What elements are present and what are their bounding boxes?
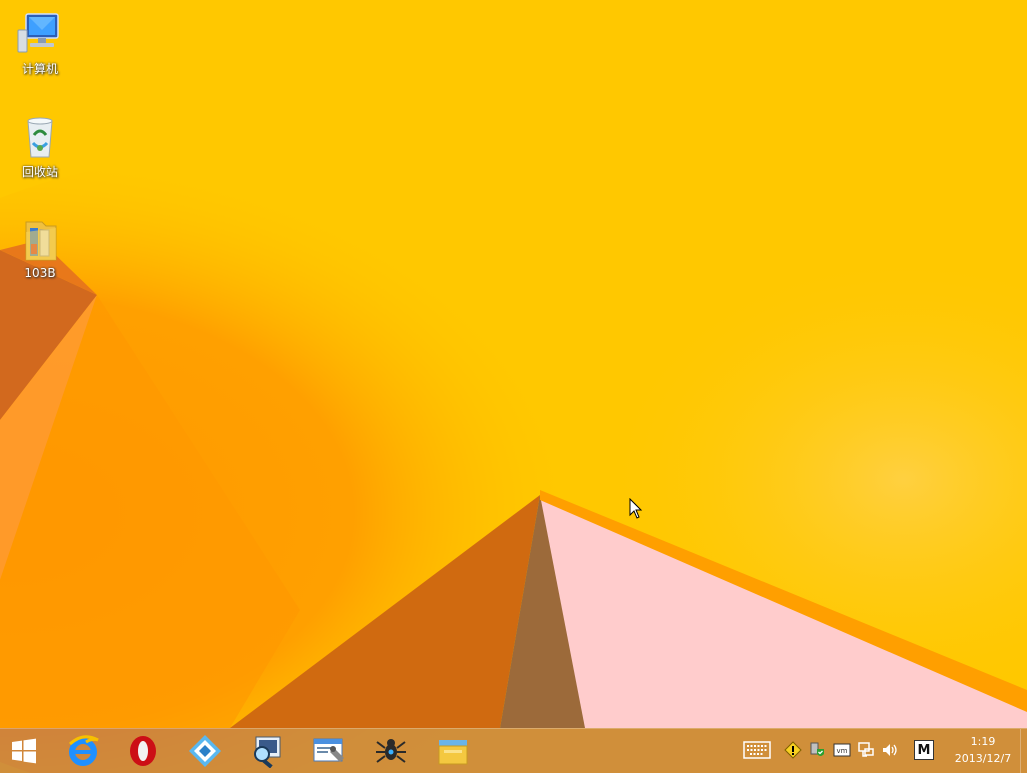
- ime-indicator[interactable]: M: [912, 740, 936, 760]
- tray-volume-button[interactable]: [880, 740, 900, 760]
- desktop-icon-label: 103B: [24, 266, 56, 280]
- internet-explorer-icon: [68, 735, 99, 766]
- file-explorer-icon: [438, 740, 468, 765]
- volume-icon: [883, 744, 897, 756]
- ime-badge: M: [914, 740, 934, 760]
- bug-spider-icon: [376, 739, 406, 763]
- recycle-bin-icon: [16, 115, 64, 159]
- warning-shield-icon: [784, 741, 802, 759]
- mouse-cursor-icon: [629, 497, 643, 524]
- desktop[interactable]: 计算机 回收站 103B vm M 1:19 2013/12/7: [0, 0, 1027, 773]
- desktop-icon-folder-103b[interactable]: 103B: [8, 218, 72, 280]
- touch-keyboard-button[interactable]: [742, 740, 772, 760]
- wallpaper: [0, 0, 1027, 773]
- diamond-app-icon: [189, 735, 221, 767]
- tray-vmware-button[interactable]: vm: [832, 740, 852, 760]
- taskbar-diamond-app-button[interactable]: [176, 731, 234, 771]
- taskbar-window-tools-button[interactable]: [300, 731, 358, 771]
- screen-magnifier-icon: [254, 736, 281, 768]
- clock-date: 2013/12/7: [954, 752, 1012, 765]
- tray-network-button[interactable]: [856, 740, 876, 760]
- folder-icon: [16, 218, 64, 262]
- touch-keyboard-icon: [743, 741, 771, 759]
- desktop-icon-label: 回收站: [21, 165, 58, 179]
- desktop-icon-computer[interactable]: 计算机: [8, 12, 72, 77]
- taskbar-file-explorer-button[interactable]: [424, 731, 482, 771]
- taskbar-bug-tool-button[interactable]: [362, 731, 420, 771]
- taskbar-opera-button[interactable]: [114, 731, 172, 771]
- network-icon: [858, 742, 874, 757]
- ime-label: M: [917, 742, 931, 758]
- opera-icon: [130, 736, 156, 766]
- tray-security-button[interactable]: [807, 740, 827, 760]
- clock-time: 1:19: [970, 735, 996, 748]
- tray-warning-button[interactable]: [783, 740, 803, 760]
- security-shield-icon: [810, 742, 824, 756]
- window-tools-icon: [313, 738, 344, 762]
- taskbar-clock[interactable]: 1:19 2013/12/7: [945, 733, 1021, 767]
- windows-logo-icon: [12, 738, 36, 764]
- start-button[interactable]: [0, 731, 48, 771]
- taskbar-ie-button[interactable]: [54, 731, 112, 771]
- taskbar-magnifier-button[interactable]: [238, 731, 296, 771]
- desktop-icon-recycle-bin[interactable]: 回收站: [8, 115, 72, 180]
- taskbar: vm M 1:19 2013/12/7: [0, 728, 1027, 773]
- svg-text:vm: vm: [837, 747, 848, 755]
- show-desktop-button[interactable]: [1020, 729, 1027, 773]
- computer-icon: [16, 12, 64, 56]
- vmware-icon: vm: [833, 743, 851, 757]
- desktop-icon-label: 计算机: [21, 62, 58, 76]
